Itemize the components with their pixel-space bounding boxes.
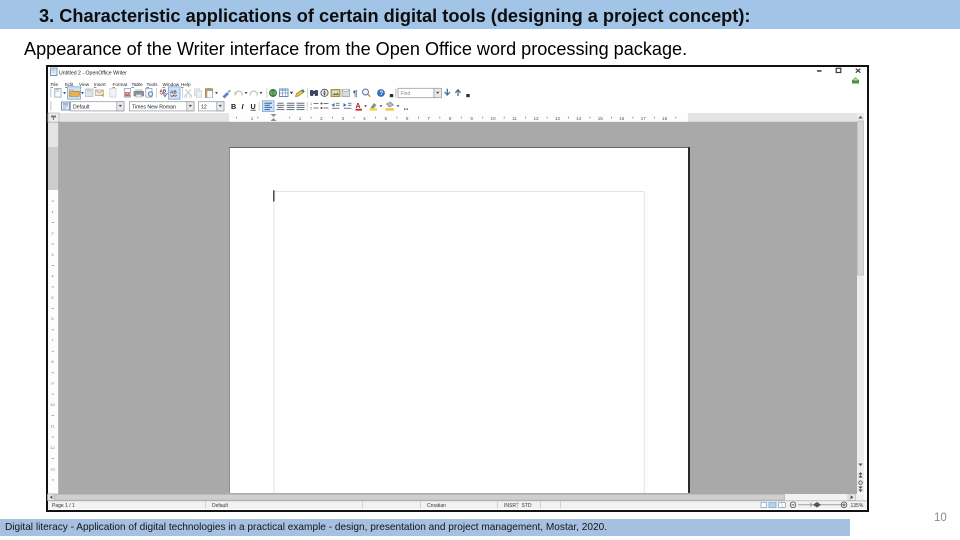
svg-text:12: 12	[50, 445, 55, 450]
svg-text:2: 2	[310, 107, 312, 111]
svg-text:INSRT: INSRT	[504, 503, 519, 509]
svg-text:7: 7	[427, 116, 430, 121]
svg-text:Default: Default	[73, 104, 90, 110]
svg-text:PDF: PDF	[125, 93, 131, 97]
svg-text:10: 10	[490, 116, 496, 121]
svg-text:Format: Format	[113, 82, 129, 87]
svg-text:Times New Roman: Times New Roman	[132, 104, 176, 110]
svg-text:14: 14	[576, 116, 582, 121]
svg-text:?: ?	[380, 91, 384, 97]
svg-text:15: 15	[598, 116, 604, 121]
svg-text:10: 10	[50, 402, 55, 407]
svg-text:12: 12	[201, 104, 207, 110]
svg-text:I: I	[242, 102, 245, 111]
svg-text:1: 1	[299, 116, 302, 121]
svg-text:Table: Table	[132, 82, 144, 87]
svg-text:17: 17	[641, 116, 647, 121]
svg-text:18: 18	[662, 116, 668, 121]
svg-text:13: 13	[50, 466, 55, 471]
svg-text:3: 3	[342, 116, 345, 121]
svg-text:12: 12	[533, 116, 539, 121]
svg-text:Croatian: Croatian	[427, 503, 446, 509]
svg-text:8: 8	[449, 116, 452, 121]
svg-text:6: 6	[406, 116, 409, 121]
svg-text:16: 16	[619, 116, 625, 121]
svg-text:11: 11	[512, 116, 517, 121]
svg-text:Default: Default	[212, 503, 228, 509]
svg-text:13: 13	[555, 116, 561, 121]
svg-text:STD: STD	[522, 503, 532, 509]
svg-text:View: View	[79, 82, 90, 87]
svg-text:9: 9	[470, 116, 473, 121]
svg-text:¶: ¶	[353, 90, 358, 99]
svg-text:AB: AB	[170, 90, 177, 95]
svg-text:Find: Find	[401, 91, 411, 97]
svg-text:135%: 135%	[851, 503, 864, 509]
svg-text:U: U	[251, 102, 256, 111]
svg-text:Page 1 / 1: Page 1 / 1	[52, 503, 75, 509]
svg-text:5: 5	[385, 116, 388, 121]
svg-text:File: File	[51, 82, 59, 87]
svg-text:1: 1	[251, 116, 254, 121]
svg-text:Insert: Insert	[94, 82, 106, 87]
svg-text:Tools: Tools	[147, 82, 159, 87]
svg-text:Help: Help	[181, 82, 191, 87]
svg-text:Untitled 2 - OpenOffice Writer: Untitled 2 - OpenOffice Writer	[59, 71, 127, 77]
svg-text:Edit: Edit	[65, 82, 74, 87]
svg-text:4: 4	[363, 116, 366, 121]
svg-text:Window: Window	[163, 82, 180, 87]
svg-text:1: 1	[310, 102, 312, 106]
svg-text:B: B	[231, 102, 236, 111]
svg-text:2: 2	[320, 116, 323, 121]
